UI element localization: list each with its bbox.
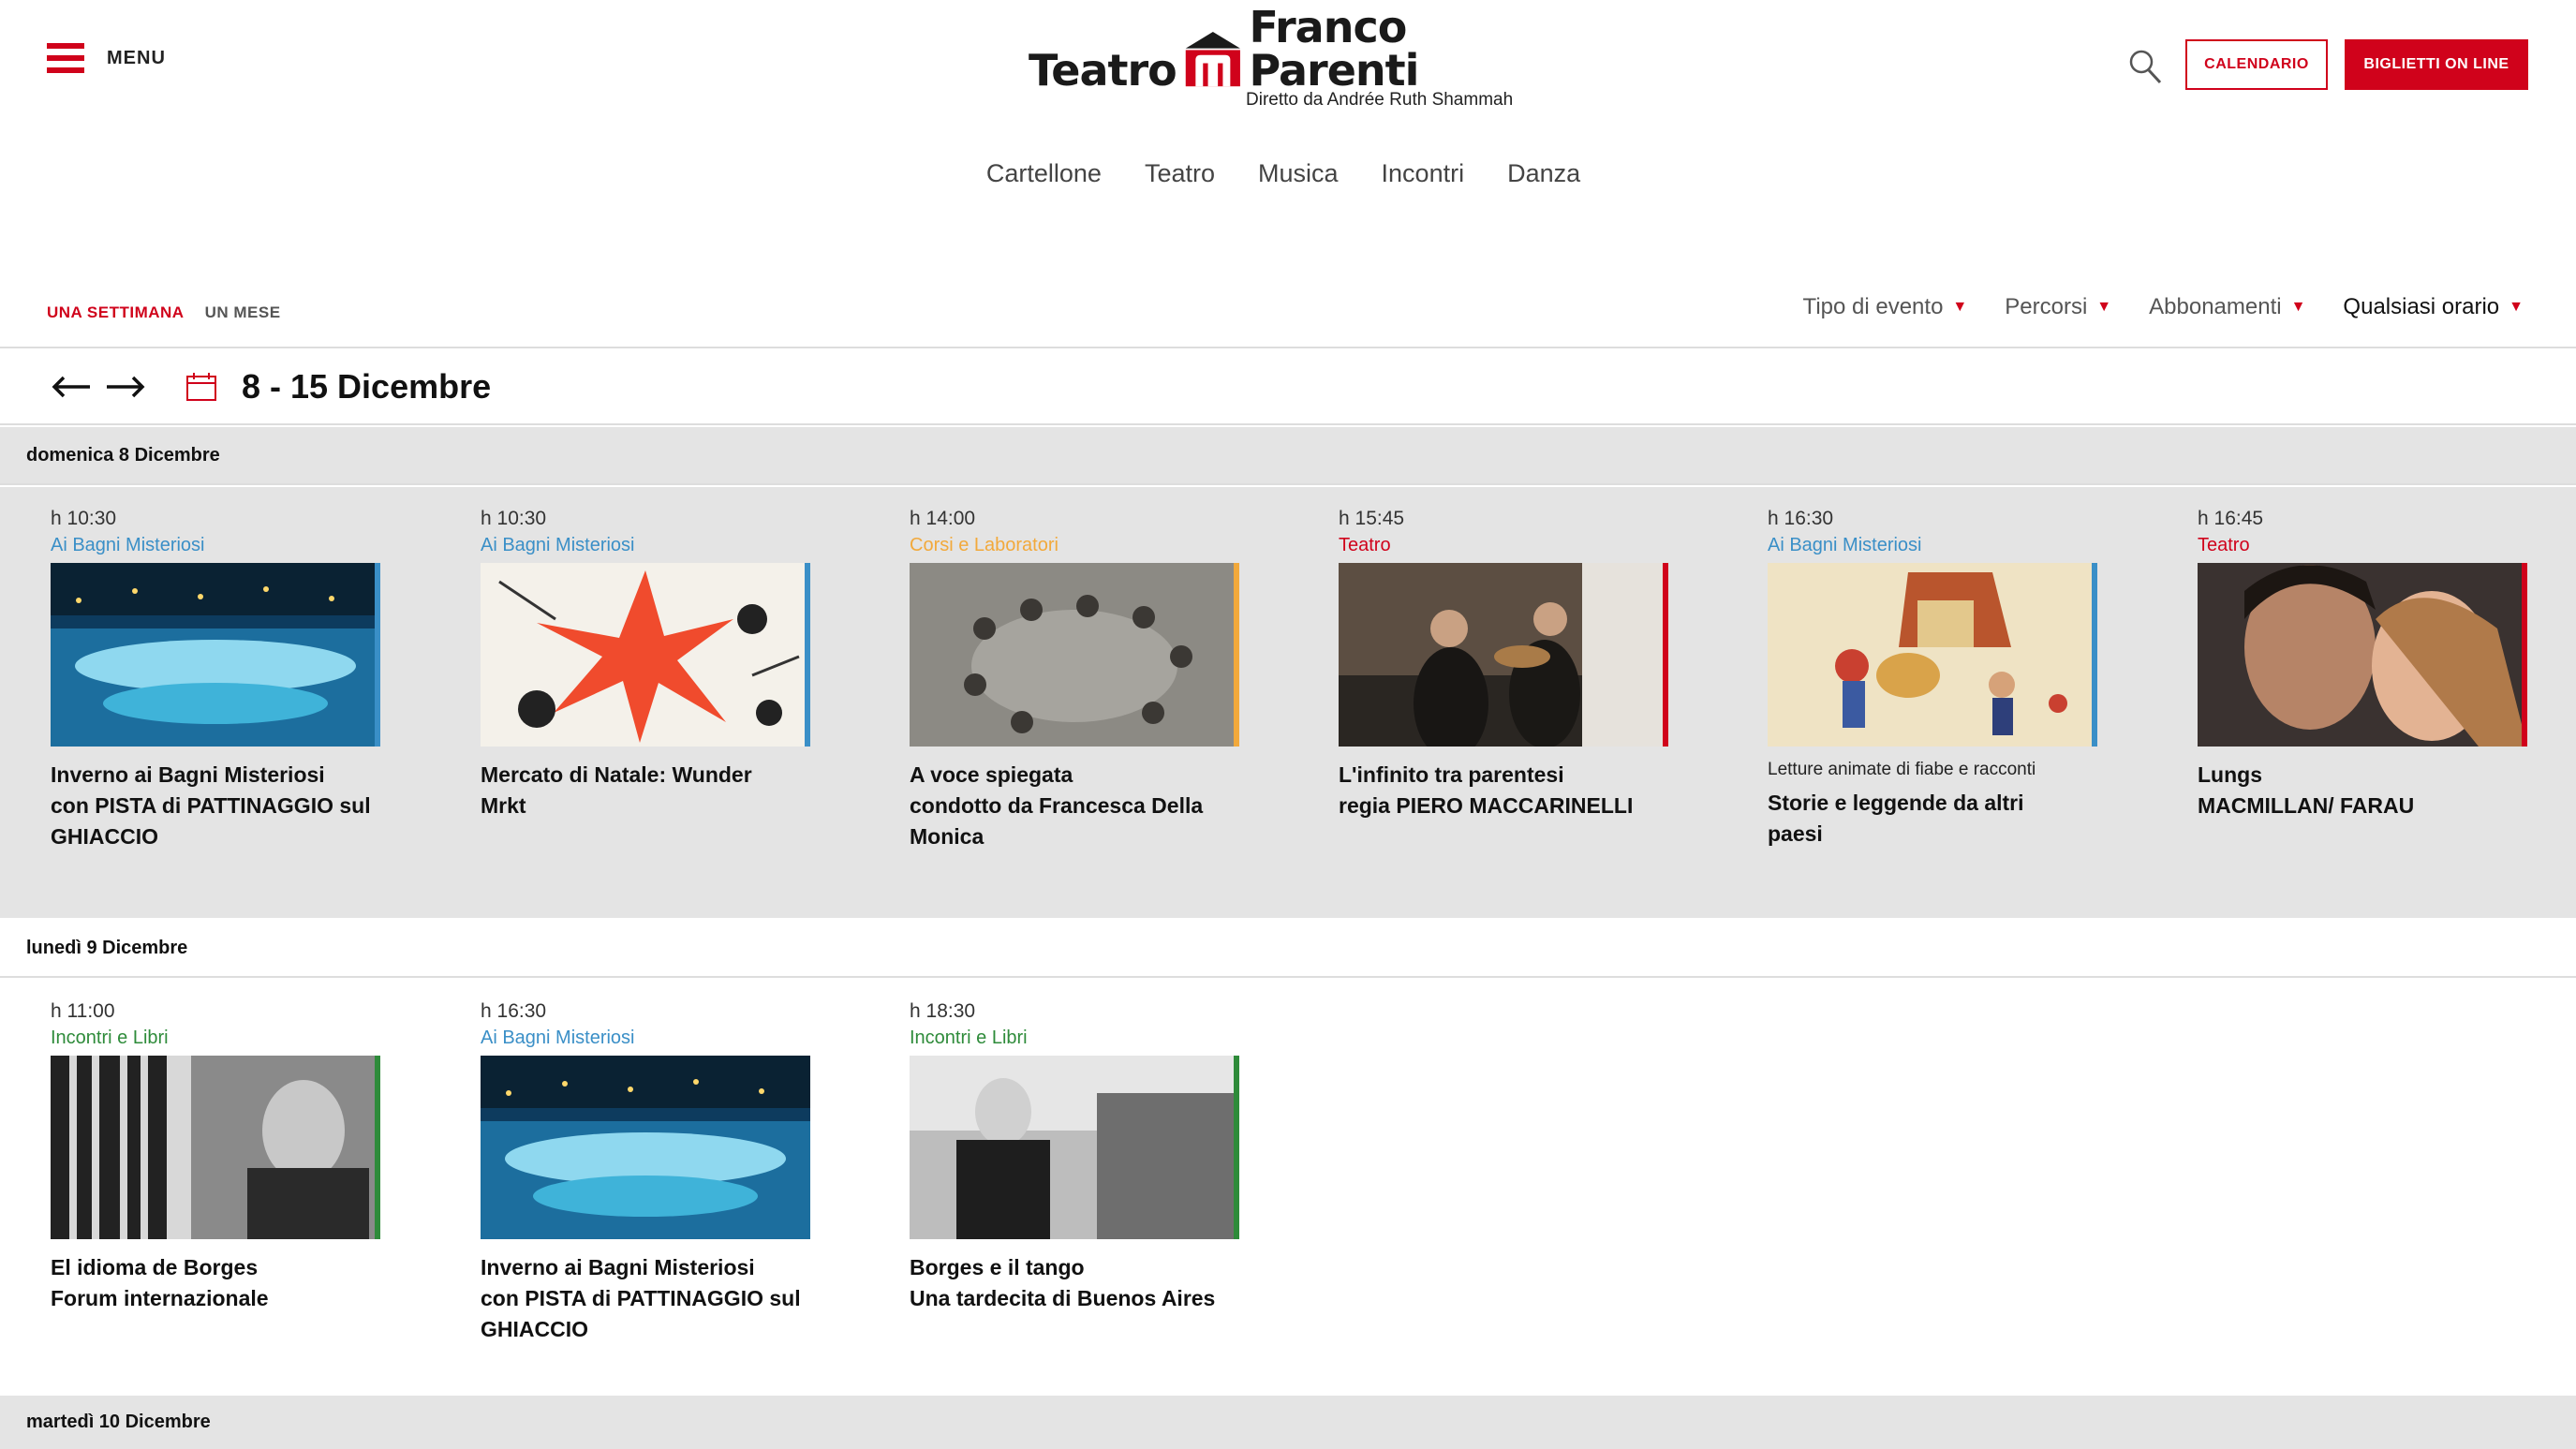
hamburger-icon xyxy=(47,43,84,73)
dropdown-triangle-icon: ▼ xyxy=(2509,299,2524,315)
range-tabs: UNA SETTIMANA UN MESE xyxy=(47,303,281,322)
logo-subtitle: Diretto da Andrée Ruth Shammah xyxy=(1246,90,1514,110)
filter-tipo-evento[interactable]: Tipo di evento ▼ xyxy=(1803,294,1968,320)
event-image xyxy=(51,1056,380,1239)
filter-percorsi[interactable]: Percorsi ▼ xyxy=(2005,294,2111,320)
calendar-icon[interactable] xyxy=(185,372,217,402)
event-category: Ai Bagni Misteriosi xyxy=(1768,535,1922,555)
event-category: Teatro xyxy=(1339,535,1391,555)
event-card[interactable]: h 16:30 Ai Bagni Misteriosi Letture anim… xyxy=(1768,508,2097,850)
filter-dropdowns: Tipo di evento ▼ Percorsi ▼ Abbonamenti ▼ Q… xyxy=(1803,294,2524,320)
day-header: martedì 10 Dicembre xyxy=(0,1396,2576,1449)
event-card[interactable]: h 16:30 Ai Bagni Misteriosi Inverno ai B… xyxy=(481,1000,810,1345)
event-time: h 16:30 xyxy=(1768,508,1834,529)
event-time: h 11:00 xyxy=(51,1000,115,1022)
arrow-right-icon[interactable] xyxy=(105,373,146,401)
event-time: h 16:45 xyxy=(2198,508,2264,529)
filter-label: Tipo di evento xyxy=(1802,294,1944,319)
event-image xyxy=(1339,563,1668,747)
logo-text-left: Teatro xyxy=(1029,45,1177,96)
tab-un-mese[interactable]: UN MESE xyxy=(205,303,281,322)
event-title: Lungs MACMILLAN/ FARAU xyxy=(2198,762,2415,818)
logo-text-right: Franco Parenti xyxy=(1249,2,1419,96)
tickets-online-button[interactable]: BIGLIETTI ON LINE xyxy=(2345,39,2528,90)
day-events-lunedi: h 11:00 Incontri e Libri El idioma de Bo… xyxy=(0,980,2576,1394)
site-logo[interactable]: Teatro Franco Parenti Diretto da Andrée … xyxy=(1029,6,1549,112)
event-card[interactable]: h 14:00 Corsi e Laboratori A voce spiega… xyxy=(910,508,1239,852)
event-time: h 10:30 xyxy=(481,508,547,529)
filter-orario[interactable]: Qualsiasi orario ▼ xyxy=(2343,294,2524,320)
dropdown-triangle-icon: ▼ xyxy=(2290,299,2306,315)
event-title: Borges e il tango Una tardecita di Bueno… xyxy=(910,1255,1216,1310)
event-card[interactable]: h 10:30 Ai Bagni Misteriosi Inverno ai B… xyxy=(51,508,380,852)
week-range-label: 8 - 15 Dicembre xyxy=(242,367,492,406)
day-header: domenica 8 Dicembre xyxy=(0,427,2576,485)
event-image xyxy=(51,563,380,747)
event-subtitle: Letture animate di fiabe e racconti xyxy=(1768,760,2036,779)
event-card[interactable]: h 15:45 Teatro L'infinito tra parentesi … xyxy=(1339,508,1668,821)
filter-abbonamenti[interactable]: Abbonamenti ▼ xyxy=(2149,294,2305,320)
filter-label: Percorsi xyxy=(2005,294,2088,319)
arrow-left-icon[interactable] xyxy=(51,373,92,401)
event-title: Mercato di Natale: Wunder Mrkt xyxy=(481,762,752,818)
nav-musica[interactable]: Musica xyxy=(1258,159,1339,188)
event-title: Storie e leggende da altri paesi xyxy=(1768,791,2024,846)
event-time: h 15:45 xyxy=(1339,508,1405,529)
theatre-logo-icon xyxy=(1185,32,1240,87)
day-header: lunedì 9 Dicembre xyxy=(0,920,2576,978)
site-header: MENU Teatro Franco Parenti Diretto da An… xyxy=(0,0,2576,309)
dropdown-triangle-icon: ▼ xyxy=(2096,299,2112,315)
event-category: Ai Bagni Misteriosi xyxy=(481,1028,635,1048)
event-image xyxy=(1768,563,2097,747)
event-card[interactable]: h 16:45 Teatro Lungs MACMILLAN/ FARAU xyxy=(2198,508,2527,821)
filter-bar: UNA SETTIMANA UN MESE Tipo di evento ▼ Pe… xyxy=(0,290,2576,348)
event-title: Inverno ai Bagni Misteriosi con PISTA di… xyxy=(51,762,371,849)
nav-cartellone[interactable]: Cartellone xyxy=(986,159,1102,188)
tab-una-settimana[interactable]: UNA SETTIMANA xyxy=(47,303,185,322)
nav-danza[interactable]: Danza xyxy=(1507,159,1580,188)
event-image xyxy=(481,1056,810,1239)
event-time: h 14:00 xyxy=(910,508,976,529)
event-card[interactable]: h 11:00 Incontri e Libri El idioma de Bo… xyxy=(51,1000,380,1314)
event-time: h 10:30 xyxy=(51,508,117,529)
event-card[interactable]: h 18:30 Incontri e Libri Borges e il tan… xyxy=(910,1000,1239,1314)
event-category: Teatro xyxy=(2198,535,2250,555)
event-title: El idioma de Borges Forum internazionale xyxy=(51,1255,269,1310)
event-category: Corsi e Laboratori xyxy=(910,535,1059,555)
filter-label: Abbonamenti xyxy=(2149,294,2282,319)
event-title: A voce spiegata condotto da Francesca De… xyxy=(910,762,1204,849)
event-card[interactable]: h 10:30 Ai Bagni Misteriosi Mercato di N… xyxy=(481,508,810,821)
search-icon[interactable] xyxy=(2128,49,2162,84)
menu-button[interactable]: MENU xyxy=(47,43,166,73)
week-navigation: 8 - 15 Dicembre xyxy=(0,350,2576,425)
event-category: Ai Bagni Misteriosi xyxy=(51,535,205,555)
event-time: h 18:30 xyxy=(910,1000,976,1022)
menu-label: MENU xyxy=(107,47,166,68)
event-time: h 16:30 xyxy=(481,1000,547,1022)
day-events-domenica: h 10:30 Ai Bagni Misteriosi Inverno ai B… xyxy=(0,487,2576,918)
event-image xyxy=(2198,563,2527,747)
event-image xyxy=(910,563,1239,747)
event-image xyxy=(910,1056,1239,1239)
event-image xyxy=(481,563,810,747)
event-title: L'infinito tra parentesi regia PIERO MAC… xyxy=(1339,762,1634,818)
main-nav: Cartellone Teatro Musica Incontri Danza xyxy=(0,159,2576,188)
nav-incontri[interactable]: Incontri xyxy=(1382,159,1465,188)
filter-label: Qualsiasi orario xyxy=(2343,294,2500,319)
event-category: Ai Bagni Misteriosi xyxy=(481,535,635,555)
event-title: Inverno ai Bagni Misteriosi con PISTA di… xyxy=(481,1255,801,1341)
event-category: Incontri e Libri xyxy=(51,1028,169,1048)
dropdown-triangle-icon: ▼ xyxy=(1952,299,1968,315)
event-category: Incontri e Libri xyxy=(910,1028,1028,1048)
calendar-button[interactable]: CALENDARIO xyxy=(2185,39,2328,90)
nav-teatro[interactable]: Teatro xyxy=(1145,159,1215,188)
